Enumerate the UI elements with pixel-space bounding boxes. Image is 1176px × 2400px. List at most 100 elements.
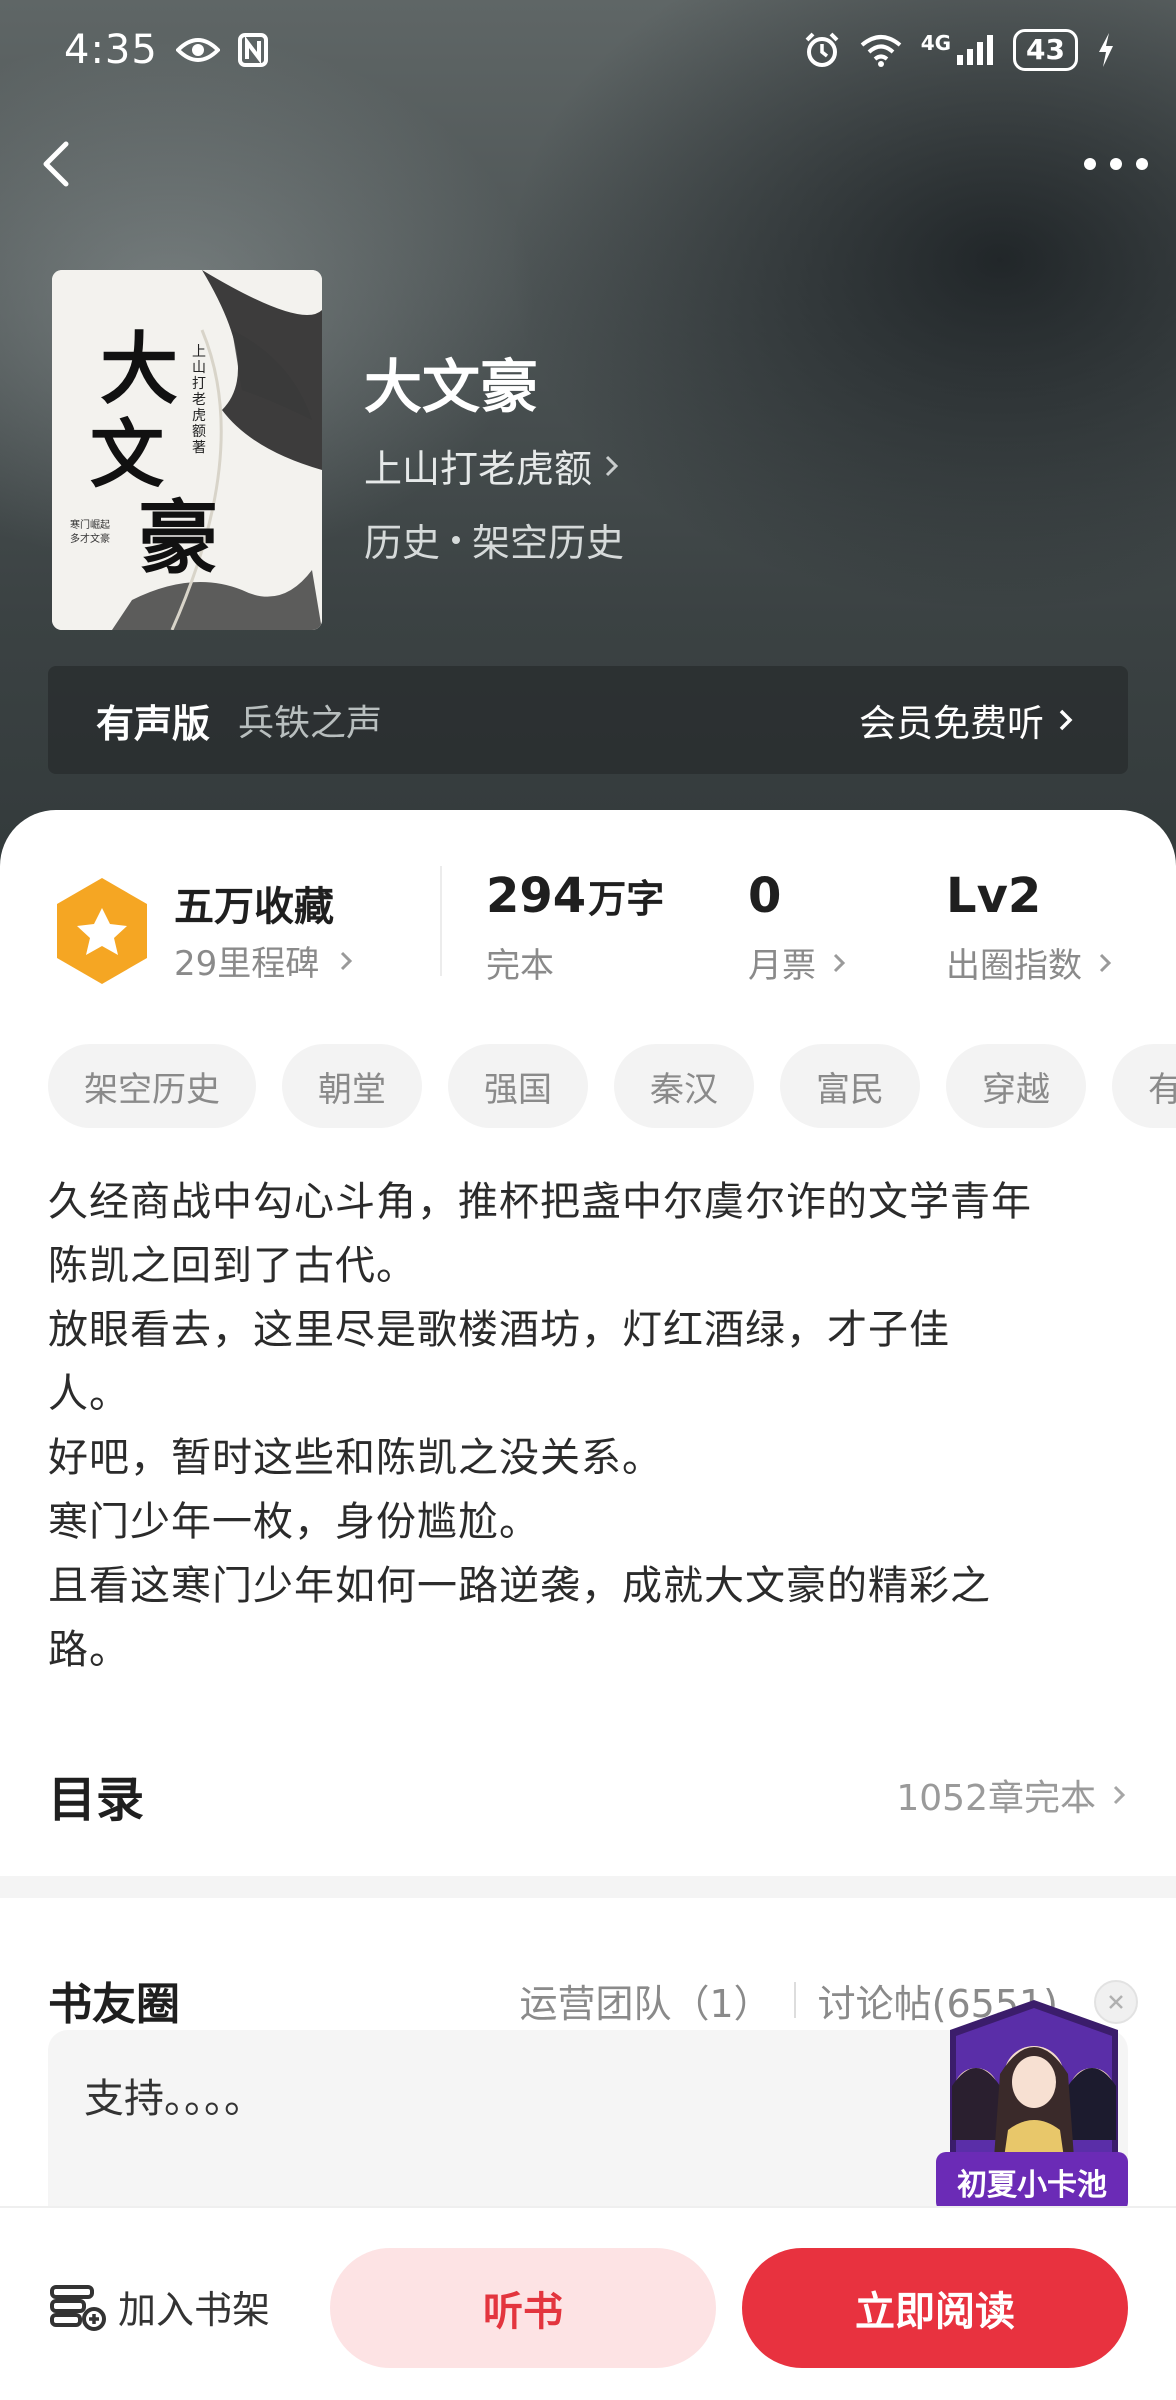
status-time: 4:35 (64, 27, 158, 73)
completion-status: 完本 (486, 946, 554, 986)
svg-text:寒门崛起: 寒门崛起 (70, 518, 110, 531)
popularity-level: Lv2 (946, 868, 1042, 924)
word-count-stat: 294 万字 完本 (486, 868, 664, 987)
status-bar: 4:35 4G 43 (0, 0, 1176, 100)
svg-text:虎: 虎 (192, 408, 206, 424)
bookshelf-add-icon (50, 2285, 106, 2331)
genre-separator (452, 535, 461, 544)
bottom-action-bar: 加入书架 听书 立即阅读 (0, 2206, 1176, 2400)
cover-title-char-1: 大 (100, 324, 178, 415)
description-line: 久经商战中勾心斗角，推杯把盏中尔虞尔诈的文学青年 (48, 1179, 1032, 1225)
chevron-right-icon (605, 455, 619, 476)
add-to-shelf-button[interactable]: 加入书架 (48, 2256, 270, 2356)
status-left: 4:35 (64, 27, 268, 73)
book-info-sheet: 五万收藏 29里程碑 294 万字 完本 0 月票 Lv2 出圈指数 架空历史 … (0, 810, 1176, 2400)
book-cover-art: 大 文 豪 上山打 老虎额 著 寒门崛起 多才文豪 (52, 270, 322, 630)
audio-edition-bar[interactable]: 有声版 兵铁之声 会员免费听 (48, 666, 1128, 774)
svg-text:多才文豪: 多才文豪 (70, 532, 110, 545)
toc-title: 目录 (48, 1772, 145, 1828)
svg-text:山: 山 (192, 360, 206, 376)
stats-divider (440, 866, 442, 976)
audio-free-listen[interactable]: 会员免费听 (859, 693, 1076, 747)
alarm-icon (805, 32, 839, 67)
promo-floating-widget[interactable]: 初夏小卡池 (934, 1980, 1138, 2212)
book-genre: 历史 架空历史 (364, 512, 624, 567)
network-label: 4G (920, 31, 952, 55)
milestone-label: 29里程碑 (174, 944, 320, 984)
promo-label: 初夏小卡池 (936, 2152, 1128, 2212)
monthly-ticket-label: 月票 (748, 946, 816, 986)
eye-icon (175, 38, 220, 62)
popularity-index-stat[interactable]: Lv2 出圈指数 (946, 868, 1114, 987)
tag-chip[interactable]: 有 (1112, 1044, 1176, 1128)
description-line: 好吧，暂时这些和陈凯之没关系。 (48, 1435, 663, 1481)
chevron-right-icon (833, 953, 846, 972)
chapter-count: 1052章完本 (896, 1778, 1096, 1819)
audio-action-label: 会员免费听 (859, 702, 1044, 745)
monthly-ticket-stat[interactable]: 0 月票 (748, 868, 848, 987)
popularity-label: 出圈指数 (946, 946, 1082, 986)
description-line: 放眼看去，这里尽是歌楼酒坊，灯红酒绿，才子佳 (48, 1307, 950, 1353)
chevron-right-icon (1099, 953, 1112, 972)
nfc-icon (237, 33, 268, 67)
description-line: 路。 (48, 1627, 130, 1673)
tag-chip[interactable]: 穿越 (946, 1044, 1086, 1128)
back-button[interactable] (22, 128, 94, 200)
tag-list: 架空历史 朝堂 强国 秦汉 富民 穿越 有 (48, 1044, 1176, 1130)
tag-chip[interactable]: 秦汉 (614, 1044, 754, 1128)
add-to-shelf-label: 加入书架 (118, 2287, 271, 2332)
star-badge-icon (57, 878, 147, 984)
book-detail-screen: 4:35 4G 43 大 文 豪 上 山 打 老 虎 额 著 寒门崛起 多才文豪… (0, 0, 1176, 2400)
latest-post-text: 支持。。。。 (84, 2076, 264, 2122)
word-count-unit: 万字 (588, 877, 665, 921)
listen-button[interactable]: 听书 (330, 2248, 716, 2368)
word-count-value: 294 (486, 868, 587, 924)
more-button[interactable] (1076, 134, 1156, 194)
audio-narrator: 兵铁之声 (238, 703, 383, 744)
svg-text:打: 打 (192, 375, 206, 392)
book-cover[interactable]: 大 文 豪 上山打 老虎额 著 寒门崛起 多才文豪 (52, 270, 322, 630)
description-line: 寒门少年一枚，身份尴尬。 (48, 1499, 540, 1545)
monthly-ticket-value: 0 (748, 868, 782, 924)
table-of-contents-row[interactable]: 目录 1052章完本 (48, 1740, 1128, 1850)
chevron-left-icon (43, 141, 69, 187)
tag-chip[interactable]: 朝堂 (282, 1044, 422, 1128)
genre-category: 历史 (364, 521, 441, 565)
ops-team-link[interactable]: 运营团队（1） (519, 1973, 771, 2028)
svg-text:上: 上 (192, 344, 206, 360)
link-separator (793, 1982, 796, 2018)
reader-circle-title: 书友圈 (48, 1979, 180, 2030)
charging-icon (1099, 33, 1113, 67)
status-right: 4G 43 (803, 29, 1116, 71)
book-header: 4:35 4G 43 大 文 豪 上 山 打 老 虎 额 著 寒门崛起 多才文豪… (0, 0, 1176, 880)
description-line: 且看这寒门少年如何一路逆袭，成就大文豪的精彩之 (48, 1563, 991, 1609)
genre-subcategory: 架空历史 (472, 521, 625, 565)
book-title: 大文豪 (364, 353, 539, 421)
description-line: 陈凯之回到了古代。 (48, 1243, 417, 1289)
cover-title-char-2: 文 (90, 412, 164, 498)
wifi-icon (860, 35, 901, 67)
chevron-right-icon (1059, 709, 1073, 731)
chevron-right-icon (1113, 1785, 1126, 1805)
promo-close-button[interactable] (1094, 1980, 1138, 2024)
read-now-button[interactable]: 立即阅读 (742, 2248, 1128, 2368)
svg-text:著: 著 (192, 440, 206, 456)
milestone-link[interactable]: 29里程碑 (174, 936, 355, 985)
book-description[interactable]: 久经商战中勾心斗角，推杯把盏中尔虞尔诈的文学青年 陈凯之回到了古代。 放眼看去，… (48, 1170, 1138, 1682)
battery-icon: 43 (1013, 29, 1078, 71)
more-dots-icon (1084, 158, 1148, 170)
svg-text:老: 老 (192, 392, 206, 408)
description-line: 人。 (48, 1371, 130, 1417)
cover-title-char-3: 豪 (138, 491, 218, 585)
signal-icon (957, 35, 994, 65)
collect-title: 五万收藏 (174, 884, 334, 930)
tag-chip[interactable]: 富民 (780, 1044, 920, 1128)
author-link[interactable]: 上山打老虎额 (364, 438, 622, 493)
author-name: 上山打老虎额 (364, 447, 593, 491)
toc-summary: 1052章完本 (896, 1769, 1128, 1821)
tag-chip[interactable]: 强国 (448, 1044, 588, 1128)
section-divider (0, 1876, 1176, 1898)
svg-text:额: 额 (192, 424, 206, 440)
chevron-right-icon (341, 951, 353, 970)
tag-chip[interactable]: 架空历史 (48, 1044, 256, 1128)
